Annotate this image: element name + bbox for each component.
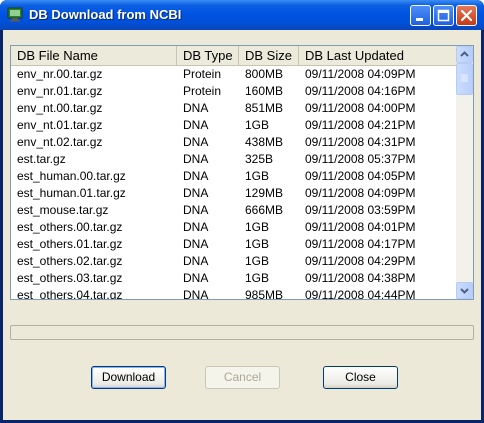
minimize-button[interactable] — [410, 5, 431, 26]
window-title: DB Download from NCBI — [29, 7, 182, 22]
cell-size: 129MB — [245, 186, 284, 200]
cell-file-name: env_nr.01.tar.gz — [17, 84, 103, 98]
scroll-up-button[interactable] — [456, 46, 473, 63]
db-file-list[interactable]: DB File Name DB Type DB Size DB Last Upd… — [10, 45, 474, 300]
cell-size: 325B — [245, 152, 274, 166]
download-progress-bar — [10, 325, 474, 340]
cell-type: DNA — [183, 237, 209, 251]
cell-file-name: env_nt.02.tar.gz — [17, 135, 103, 149]
cell-file-name: est_human.00.tar.gz — [17, 169, 126, 183]
cell-last-updated: 09/11/2008 04:09PM — [305, 186, 416, 200]
cell-type: DNA — [183, 101, 209, 115]
cell-type: DNA — [183, 152, 209, 166]
list-row[interactable]: env_nt.01.tar.gz DNA 1GB 09/11/2008 04:21PM — [11, 117, 456, 134]
app-icon — [7, 7, 23, 22]
list-row[interactable]: est_others.01.tar.gz DNA 1GB 09/11/2008 04:… — [11, 236, 456, 253]
cell-last-updated: 09/11/2008 04:44PM — [305, 288, 416, 299]
cell-size: 1GB — [245, 254, 270, 268]
list-row[interactable]: est_mouse.tar.gz DNA 666MB 09/11/2008 03:59… — [11, 202, 456, 219]
list-row[interactable]: est_others.02.tar.gz DNA 1GB 09/11/2008 04:… — [11, 253, 456, 270]
list-row[interactable]: env_nt.02.tar.gz DNA 438MB 09/11/2008 04:31… — [11, 134, 456, 151]
column-header-last-updated[interactable]: DB Last Updated — [299, 46, 456, 65]
cell-size: 1GB — [245, 237, 270, 251]
cell-last-updated: 09/11/2008 04:38PM — [305, 271, 416, 285]
cell-file-name: est_mouse.tar.gz — [17, 203, 109, 217]
cell-size: 160MB — [245, 84, 284, 98]
list-row[interactable]: est_others.04.tar.gz DNA 985MB 09/11/2008 0… — [11, 287, 456, 299]
cell-file-name: est_others.04.tar.gz — [17, 288, 123, 299]
cell-last-updated: 09/11/2008 04:21PM — [305, 118, 416, 132]
cell-type: DNA — [183, 169, 209, 183]
download-button[interactable]: Download — [91, 366, 166, 389]
cell-type: DNA — [183, 203, 209, 217]
cell-last-updated: 09/11/2008 04:29PM — [305, 254, 416, 268]
cell-size: 438MB — [245, 135, 284, 149]
cell-last-updated: 09/11/2008 05:37PM — [305, 152, 416, 166]
column-header-size[interactable]: DB Size — [239, 46, 299, 65]
cell-file-name: env_nr.00.tar.gz — [17, 67, 103, 81]
minimize-icon — [416, 18, 423, 21]
cell-type: DNA — [183, 220, 209, 234]
cell-file-name: est_others.02.tar.gz — [17, 254, 123, 268]
cell-last-updated: 09/11/2008 04:16PM — [305, 84, 416, 98]
cell-type: Protein — [183, 84, 222, 98]
list-header: DB File Name DB Type DB Size DB Last Upd… — [11, 46, 456, 66]
cell-file-name: est_human.01.tar.gz — [17, 186, 126, 200]
dialog-body: DB File Name DB Type DB Size DB Last Upd… — [3, 30, 481, 420]
cell-type: Protein — [183, 67, 222, 81]
vertical-scrollbar[interactable] — [456, 46, 473, 299]
list-row[interactable]: est_others.03.tar.gz DNA 1GB 09/11/2008 04:… — [11, 270, 456, 287]
cell-file-name: env_nt.01.tar.gz — [17, 118, 103, 132]
cell-last-updated: 09/11/2008 04:17PM — [305, 237, 416, 251]
cell-file-name: env_nt.00.tar.gz — [17, 101, 103, 115]
scroll-thumb[interactable] — [456, 63, 473, 95]
list-rows: env_nr.00.tar.gz Protein 800MB 09/11/2008 0… — [11, 66, 456, 299]
grip-icon — [461, 74, 468, 82]
list-row[interactable]: est.tar.gz DNA 325B 09/11/2008 05:37PM — [11, 151, 456, 168]
list-row[interactable]: env_nr.01.tar.gz Protein 160MB 09/11/2008 0… — [11, 83, 456, 100]
scroll-down-button[interactable] — [456, 282, 473, 299]
cell-last-updated: 09/11/2008 04:05PM — [305, 169, 416, 183]
chevron-up-icon — [460, 51, 469, 57]
column-header-file-name[interactable]: DB File Name — [11, 46, 177, 65]
cell-file-name: est_others.00.tar.gz — [17, 220, 123, 234]
cell-size: 800MB — [245, 67, 284, 81]
cancel-button[interactable]: Cancel — [205, 366, 280, 389]
cell-type: DNA — [183, 288, 209, 299]
cell-file-name: est.tar.gz — [17, 152, 66, 166]
chevron-down-icon — [460, 288, 469, 294]
cell-last-updated: 09/11/2008 03:59PM — [305, 203, 416, 217]
cell-file-name: est_others.03.tar.gz — [17, 271, 123, 285]
cell-type: DNA — [183, 254, 209, 268]
cell-size: 985MB — [245, 288, 284, 299]
cell-size: 1GB — [245, 271, 270, 285]
list-row[interactable]: env_nr.00.tar.gz Protein 800MB 09/11/2008 0… — [11, 66, 456, 83]
cell-type: DNA — [183, 135, 209, 149]
cell-last-updated: 09/11/2008 04:09PM — [305, 67, 416, 81]
maximize-icon — [437, 9, 450, 22]
cell-size: 1GB — [245, 118, 270, 132]
cell-type: DNA — [183, 118, 209, 132]
close-icon — [460, 9, 473, 22]
list-row[interactable]: est_human.00.tar.gz DNA 1GB 09/11/2008 04:0… — [11, 168, 456, 185]
title-bar[interactable]: DB Download from NCBI — [0, 0, 484, 30]
cell-last-updated: 09/11/2008 04:01PM — [305, 220, 416, 234]
cell-size: 666MB — [245, 203, 284, 217]
cell-size: 1GB — [245, 169, 270, 183]
dialog-window: DB Download from NCBI DB File Name DB Ty… — [0, 0, 484, 423]
close-window-button[interactable] — [456, 5, 477, 26]
cell-file-name: est_others.01.tar.gz — [17, 237, 123, 251]
cell-size: 851MB — [245, 101, 284, 115]
cell-last-updated: 09/11/2008 04:31PM — [305, 135, 416, 149]
list-row[interactable]: env_nt.00.tar.gz DNA 851MB 09/11/2008 04:00… — [11, 100, 456, 117]
maximize-button[interactable] — [433, 5, 454, 26]
cell-size: 1GB — [245, 220, 270, 234]
list-row[interactable]: est_human.01.tar.gz DNA 129MB 09/11/2008 04… — [11, 185, 456, 202]
column-header-type[interactable]: DB Type — [177, 46, 239, 65]
cell-type: DNA — [183, 271, 209, 285]
list-row[interactable]: est_others.00.tar.gz DNA 1GB 09/11/2008 04:… — [11, 219, 456, 236]
close-button[interactable]: Close — [323, 366, 398, 389]
cell-type: DNA — [183, 186, 209, 200]
cell-last-updated: 09/11/2008 04:00PM — [305, 101, 416, 115]
